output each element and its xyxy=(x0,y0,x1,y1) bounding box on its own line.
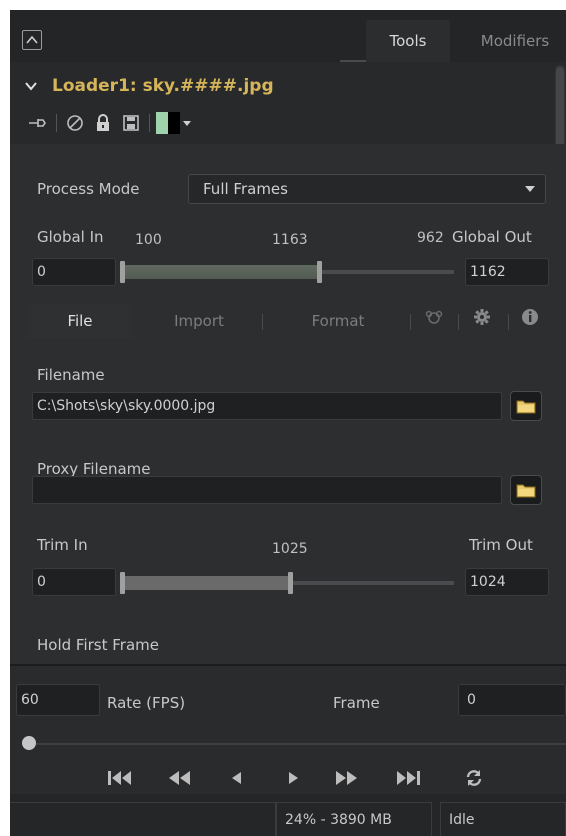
process-mode-label: Process Mode xyxy=(37,180,140,198)
collapse-up-icon[interactable] xyxy=(22,30,42,50)
global-range-fill[interactable] xyxy=(122,265,320,279)
global-end-marker: 1163 xyxy=(272,232,308,248)
process-mode-dropdown[interactable]: Full Frames xyxy=(188,174,546,204)
hold-first-frame-label: Hold First Frame xyxy=(37,636,159,654)
tab-format[interactable]: Format xyxy=(268,304,408,338)
browse-folder-icon[interactable] xyxy=(510,475,542,505)
global-start-marker: 100 xyxy=(135,232,162,248)
tool-icon-row xyxy=(26,110,198,136)
chevron-down-icon[interactable] xyxy=(180,112,194,134)
render-state: Idle xyxy=(440,802,566,836)
global-out-handle[interactable] xyxy=(317,261,322,283)
separator xyxy=(458,314,459,330)
loader-inspector-panel: Tools Modifiers Loader1: sky.####.jpg Pr… xyxy=(10,10,566,836)
separator xyxy=(410,314,411,330)
filename-label: Filename xyxy=(37,366,105,384)
fast-forward-icon[interactable] xyxy=(328,758,364,798)
separator xyxy=(149,114,150,132)
tab-file[interactable]: File xyxy=(28,304,132,338)
trim-out-field[interactable]: 1024 xyxy=(465,568,549,596)
frame-field[interactable]: 0 xyxy=(458,684,566,716)
global-in-field[interactable]: 0 xyxy=(32,258,116,286)
trim-out-handle[interactable] xyxy=(288,572,293,594)
loop-icon[interactable] xyxy=(456,758,492,798)
tab-import[interactable]: Import xyxy=(140,304,258,338)
separator xyxy=(262,314,263,330)
trim-in-label: Trim In xyxy=(37,536,88,554)
separator xyxy=(508,314,509,330)
fps-label: Rate (FPS) xyxy=(107,694,186,712)
time-slider-knob[interactable] xyxy=(22,736,36,750)
tab-modifiers[interactable]: Modifiers xyxy=(460,20,566,62)
process-mode-value: Full Frames xyxy=(203,180,288,198)
play-icon[interactable] xyxy=(276,758,312,798)
chevron-down-icon[interactable] xyxy=(24,80,38,92)
info-icon[interactable] xyxy=(510,304,550,338)
global-in-handle[interactable] xyxy=(120,261,125,283)
global-length-marker: 962 xyxy=(417,230,444,246)
trim-in-field[interactable]: 0 xyxy=(32,568,116,596)
skip-to-start-icon[interactable] xyxy=(102,758,138,798)
global-out-label: Global Out xyxy=(452,228,532,246)
lock-icon[interactable] xyxy=(91,112,115,134)
tab-tools[interactable]: Tools xyxy=(366,20,450,62)
frame-label: Frame xyxy=(333,694,380,712)
trim-out-label: Trim Out xyxy=(469,536,533,554)
loader-subtabs: File Import Format xyxy=(28,304,548,338)
trim-in-handle[interactable] xyxy=(120,572,125,594)
browse-folder-icon[interactable] xyxy=(510,391,542,421)
dropdown-arrow-icon xyxy=(525,186,535,192)
filename-field[interactable]: C:\Shots\sky\sky.0000.jpg xyxy=(32,392,502,420)
status-message xyxy=(10,802,276,836)
global-in-label: Global In xyxy=(37,228,104,246)
memory-usage: 24% - 3890 MB xyxy=(276,802,432,836)
link-icon[interactable] xyxy=(412,304,456,338)
global-out-field[interactable]: 1162 xyxy=(465,258,549,286)
pin-icon[interactable] xyxy=(26,112,50,134)
proxy-filename-field[interactable] xyxy=(32,476,502,504)
save-icon[interactable] xyxy=(119,112,143,134)
trim-marker: 1025 xyxy=(272,541,308,557)
trim-range-fill[interactable] xyxy=(122,576,290,590)
status-bar: 24% - 3890 MB Idle xyxy=(10,794,566,836)
gear-icon[interactable] xyxy=(460,304,504,338)
inspector-tab-bar: Tools Modifiers xyxy=(10,10,566,62)
tool-title: Loader1: sky.####.jpg xyxy=(52,76,274,96)
separator xyxy=(56,114,57,132)
rewind-icon[interactable] xyxy=(162,758,198,798)
step-back-icon[interactable] xyxy=(218,758,254,798)
skip-to-end-icon[interactable] xyxy=(390,758,426,798)
tool-header[interactable]: Loader1: sky.####.jpg xyxy=(24,72,274,100)
time-slider-track[interactable] xyxy=(36,743,566,745)
color-swatch[interactable] xyxy=(156,112,180,134)
disable-icon[interactable] xyxy=(63,112,87,134)
fps-field[interactable]: 60 xyxy=(16,684,100,716)
